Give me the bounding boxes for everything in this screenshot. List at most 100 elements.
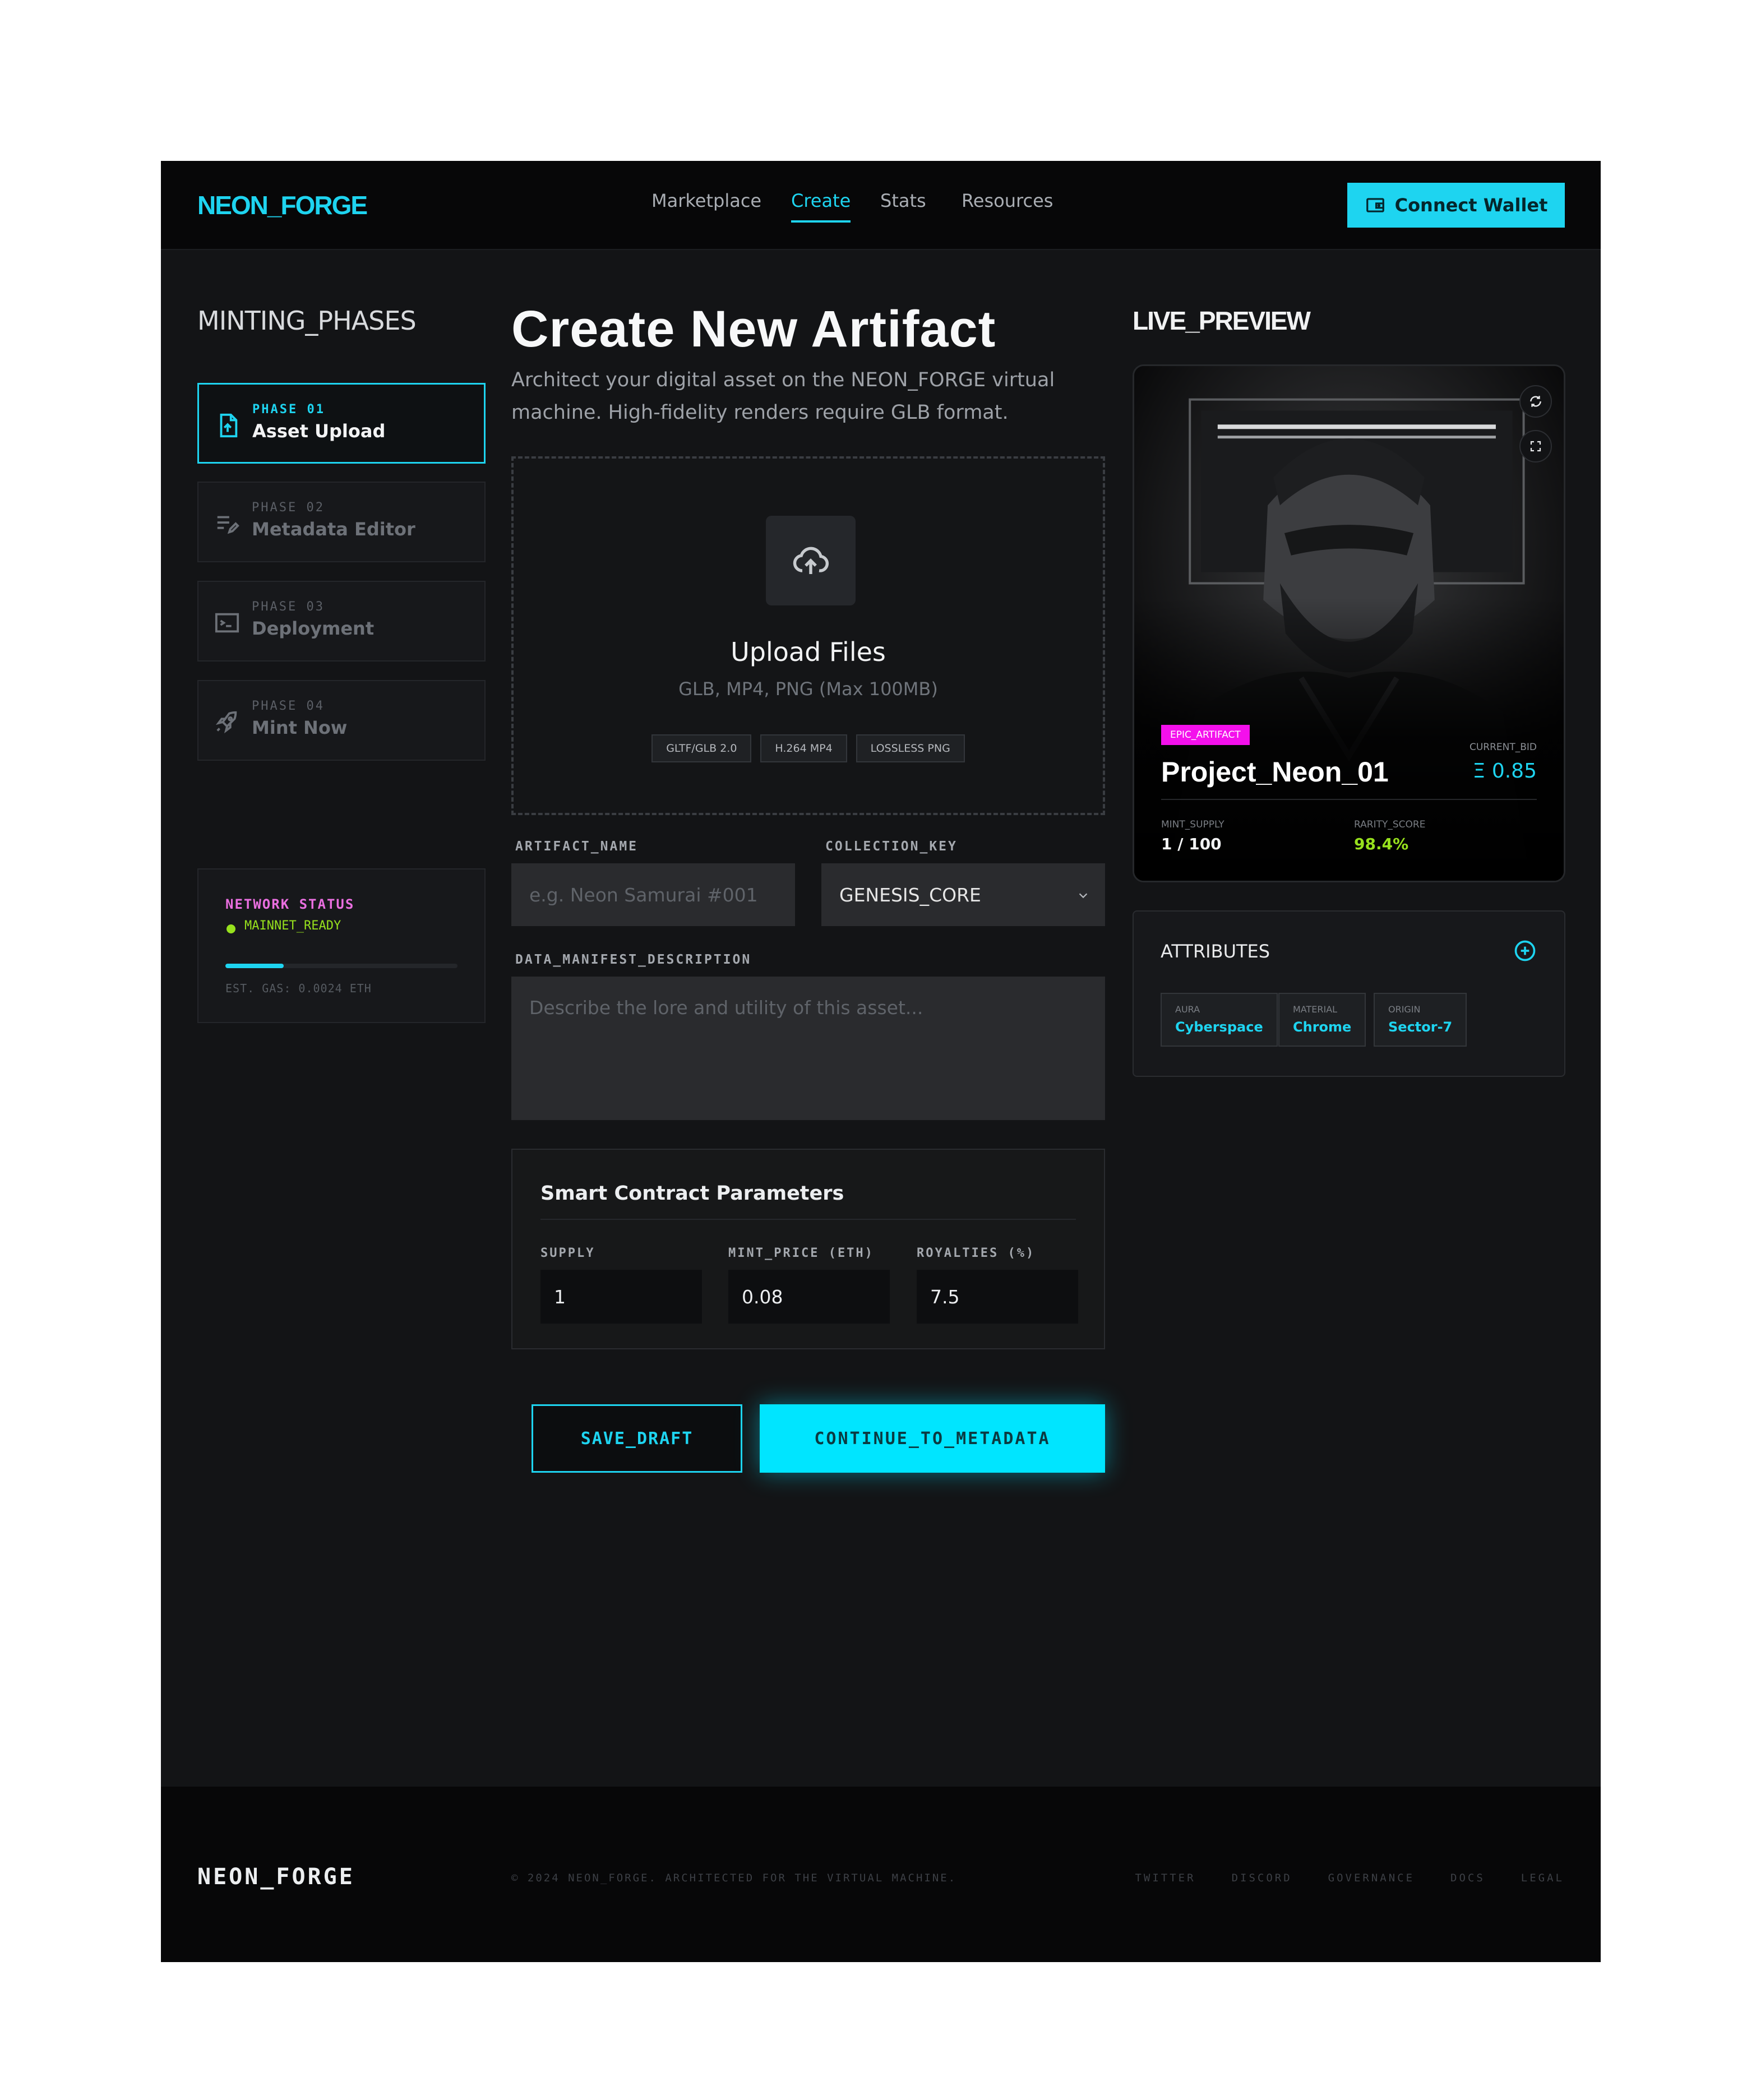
page-title: Create New Artifact xyxy=(511,300,996,358)
rarity-score-value: 98.4% xyxy=(1354,835,1409,853)
attributes-title: ATTRIBUTES xyxy=(1161,941,1270,962)
footer-links: TWITTER DISCORD GOVERNANCE DOCS LEGAL xyxy=(1135,1872,1564,1884)
attribute-value: Cyberspace xyxy=(1175,1019,1263,1035)
copyright: © 2024 NEON_FORGE. ARCHITECTED FOR THE V… xyxy=(511,1872,957,1884)
supply-label: SUPPLY xyxy=(540,1246,595,1260)
attribute-origin[interactable]: ORIGIN Sector-7 xyxy=(1374,993,1467,1047)
network-progress-bar xyxy=(225,964,458,968)
connect-wallet-button[interactable]: Connect Wallet xyxy=(1347,183,1565,228)
phase-deployment[interactable]: PHASE 03 Deployment xyxy=(197,581,486,662)
artifact-name-input[interactable]: e.g. Neon Samurai #001 xyxy=(511,863,795,926)
upload-dropzone[interactable]: Upload Files GLB, MP4, PNG (Max 100MB) G… xyxy=(511,456,1105,815)
upload-icon-box xyxy=(766,516,856,605)
attribute-key: ORIGIN xyxy=(1388,1004,1421,1015)
phase-name: Metadata Editor xyxy=(252,519,415,540)
footer-logo[interactable]: NEON_FORGE xyxy=(197,1864,355,1890)
footer: NEON_FORGE © 2024 NEON_FORGE. ARCHITECTE… xyxy=(161,1787,1601,1962)
supply-input[interactable]: 1 xyxy=(540,1270,702,1324)
rotate-icon xyxy=(1530,396,1541,407)
edit-list-icon xyxy=(217,516,239,534)
artifact-title: Project_Neon_01 xyxy=(1161,756,1389,788)
phase-metadata-editor[interactable]: PHASE 02 Metadata Editor xyxy=(197,482,486,562)
attribute-material[interactable]: MATERIAL Chrome xyxy=(1278,993,1366,1047)
estimated-gas: EST. GAS: 0.0024 ETH xyxy=(225,982,372,995)
chevron-down-icon xyxy=(1079,893,1088,899)
network-status-title: NETWORK STATUS xyxy=(225,896,355,912)
attribute-key: AURA xyxy=(1175,1004,1200,1015)
live-preview-title: LIVE_PREVIEW xyxy=(1133,306,1311,335)
divider xyxy=(540,1219,1076,1220)
page-subtitle: Architect your digital asset on the NEON… xyxy=(511,369,1055,424)
phase-name: Deployment xyxy=(252,618,375,639)
network-progress-fill xyxy=(225,964,284,968)
footer-link-legal[interactable]: LEGAL xyxy=(1521,1872,1564,1884)
format-chip: GLTF/GLB 2.0 xyxy=(651,734,752,762)
phase-name: Asset Upload xyxy=(252,420,386,442)
phase-mint-now[interactable]: PHASE 04 Mint Now xyxy=(197,680,486,761)
terminal-icon xyxy=(215,613,239,633)
format-chip: LOSSLESS PNG xyxy=(856,734,965,762)
top-nav: NEON_FORGE Marketplace Create Stats Reso… xyxy=(161,161,1601,250)
description-textarea[interactable]: Describe the lore and utility of this as… xyxy=(511,977,1105,1120)
mint-supply-label: MINT_SUPPLY xyxy=(1161,819,1224,830)
phase-tag: PHASE 02 xyxy=(252,501,325,515)
collection-key-value: GENESIS_CORE xyxy=(839,884,981,906)
collection-key-select[interactable]: GENESIS_CORE xyxy=(821,863,1105,926)
fullscreen-button[interactable] xyxy=(1519,430,1552,462)
fullscreen-icon xyxy=(1530,441,1541,452)
royalties-input[interactable]: 7.5 xyxy=(917,1270,1078,1324)
phase-tag: PHASE 04 xyxy=(252,699,325,713)
attribute-value: Sector-7 xyxy=(1388,1019,1453,1035)
upload-subtitle: GLB, MP4, PNG (Max 100MB) xyxy=(678,678,938,700)
nav-link-resources[interactable]: Resources xyxy=(962,190,1053,211)
add-attribute-icon[interactable] xyxy=(1513,938,1537,963)
current-bid-value: Ξ 0.85 xyxy=(1472,760,1537,783)
preview-card: EPIC_ARTIFACT Project_Neon_01 CURRENT_BI… xyxy=(1133,364,1565,882)
save-draft-button[interactable]: SAVE_DRAFT xyxy=(532,1404,742,1473)
footer-link-discord[interactable]: DISCORD xyxy=(1232,1872,1292,1884)
connect-wallet-label: Connect Wallet xyxy=(1394,195,1548,216)
logo[interactable]: NEON_FORGE xyxy=(197,190,368,220)
attribute-key: MATERIAL xyxy=(1293,1004,1338,1015)
phase-asset-upload[interactable]: PHASE 01 Asset Upload xyxy=(197,383,486,464)
mint-price-label: MINT_PRICE (ETH) xyxy=(728,1246,874,1260)
nav-link-stats[interactable]: Stats xyxy=(880,190,926,211)
artifact-name-label: ARTIFACT_NAME xyxy=(515,839,639,854)
footer-link-twitter[interactable]: TWITTER xyxy=(1135,1872,1195,1884)
mint-supply-value: 1 / 100 xyxy=(1161,835,1222,853)
phase-tag: PHASE 01 xyxy=(252,403,325,417)
format-chip: H.264 MP4 xyxy=(760,734,847,762)
phase-name: Mint Now xyxy=(252,717,348,738)
divider xyxy=(1161,799,1537,800)
rarity-badge: EPIC_ARTIFACT xyxy=(1161,725,1250,745)
phase-tag: PHASE 03 xyxy=(252,600,325,614)
mint-price-input[interactable]: 0.08 xyxy=(728,1270,890,1324)
nav-link-create[interactable]: Create xyxy=(791,190,851,223)
file-upload-icon xyxy=(220,413,238,438)
upload-title: Upload Files xyxy=(731,637,886,667)
nav-link-marketplace[interactable]: Marketplace xyxy=(651,190,761,211)
format-chips: GLTF/GLB 2.0 H.264 MP4 LOSSLESS PNG xyxy=(514,734,1103,762)
footer-link-docs[interactable]: DOCS xyxy=(1450,1872,1485,1884)
sidebar-title: MINTING_PHASES xyxy=(197,306,417,336)
footer-link-governance[interactable]: GOVERNANCE xyxy=(1328,1872,1415,1884)
artwork-portrait-image xyxy=(1134,366,1564,881)
current-bid-label: CURRENT_BID xyxy=(1469,742,1537,753)
collection-key-label: COLLECTION_KEY xyxy=(825,839,958,854)
network-status-panel: NETWORK STATUS MAINNET_READY EST. GAS: 0… xyxy=(197,868,486,1023)
rocket-icon xyxy=(215,711,237,734)
smart-contract-panel: Smart Contract Parameters SUPPLY 1 MINT_… xyxy=(511,1149,1105,1349)
status-dot-icon xyxy=(227,924,235,933)
wallet-icon xyxy=(1366,198,1384,212)
attribute-aura[interactable]: AURA Cyberspace xyxy=(1161,993,1278,1047)
network-status-value: MAINNET_READY xyxy=(244,919,341,933)
royalties-label: ROYALTIES (%) xyxy=(917,1246,1036,1260)
attributes-panel: ATTRIBUTES AURA Cyberspace MATERIAL Chro… xyxy=(1133,910,1565,1077)
rotate-button[interactable] xyxy=(1519,385,1552,418)
contract-title: Smart Contract Parameters xyxy=(540,1182,844,1205)
continue-to-metadata-button[interactable]: CONTINUE_TO_METADATA xyxy=(760,1404,1105,1473)
app-window: NEON_FORGE Marketplace Create Stats Reso… xyxy=(161,161,1601,1962)
cloud-upload-icon xyxy=(793,547,829,574)
rarity-score-label: RARITY_SCORE xyxy=(1354,819,1426,830)
description-label: DATA_MANIFEST_DESCRIPTION xyxy=(515,952,752,967)
